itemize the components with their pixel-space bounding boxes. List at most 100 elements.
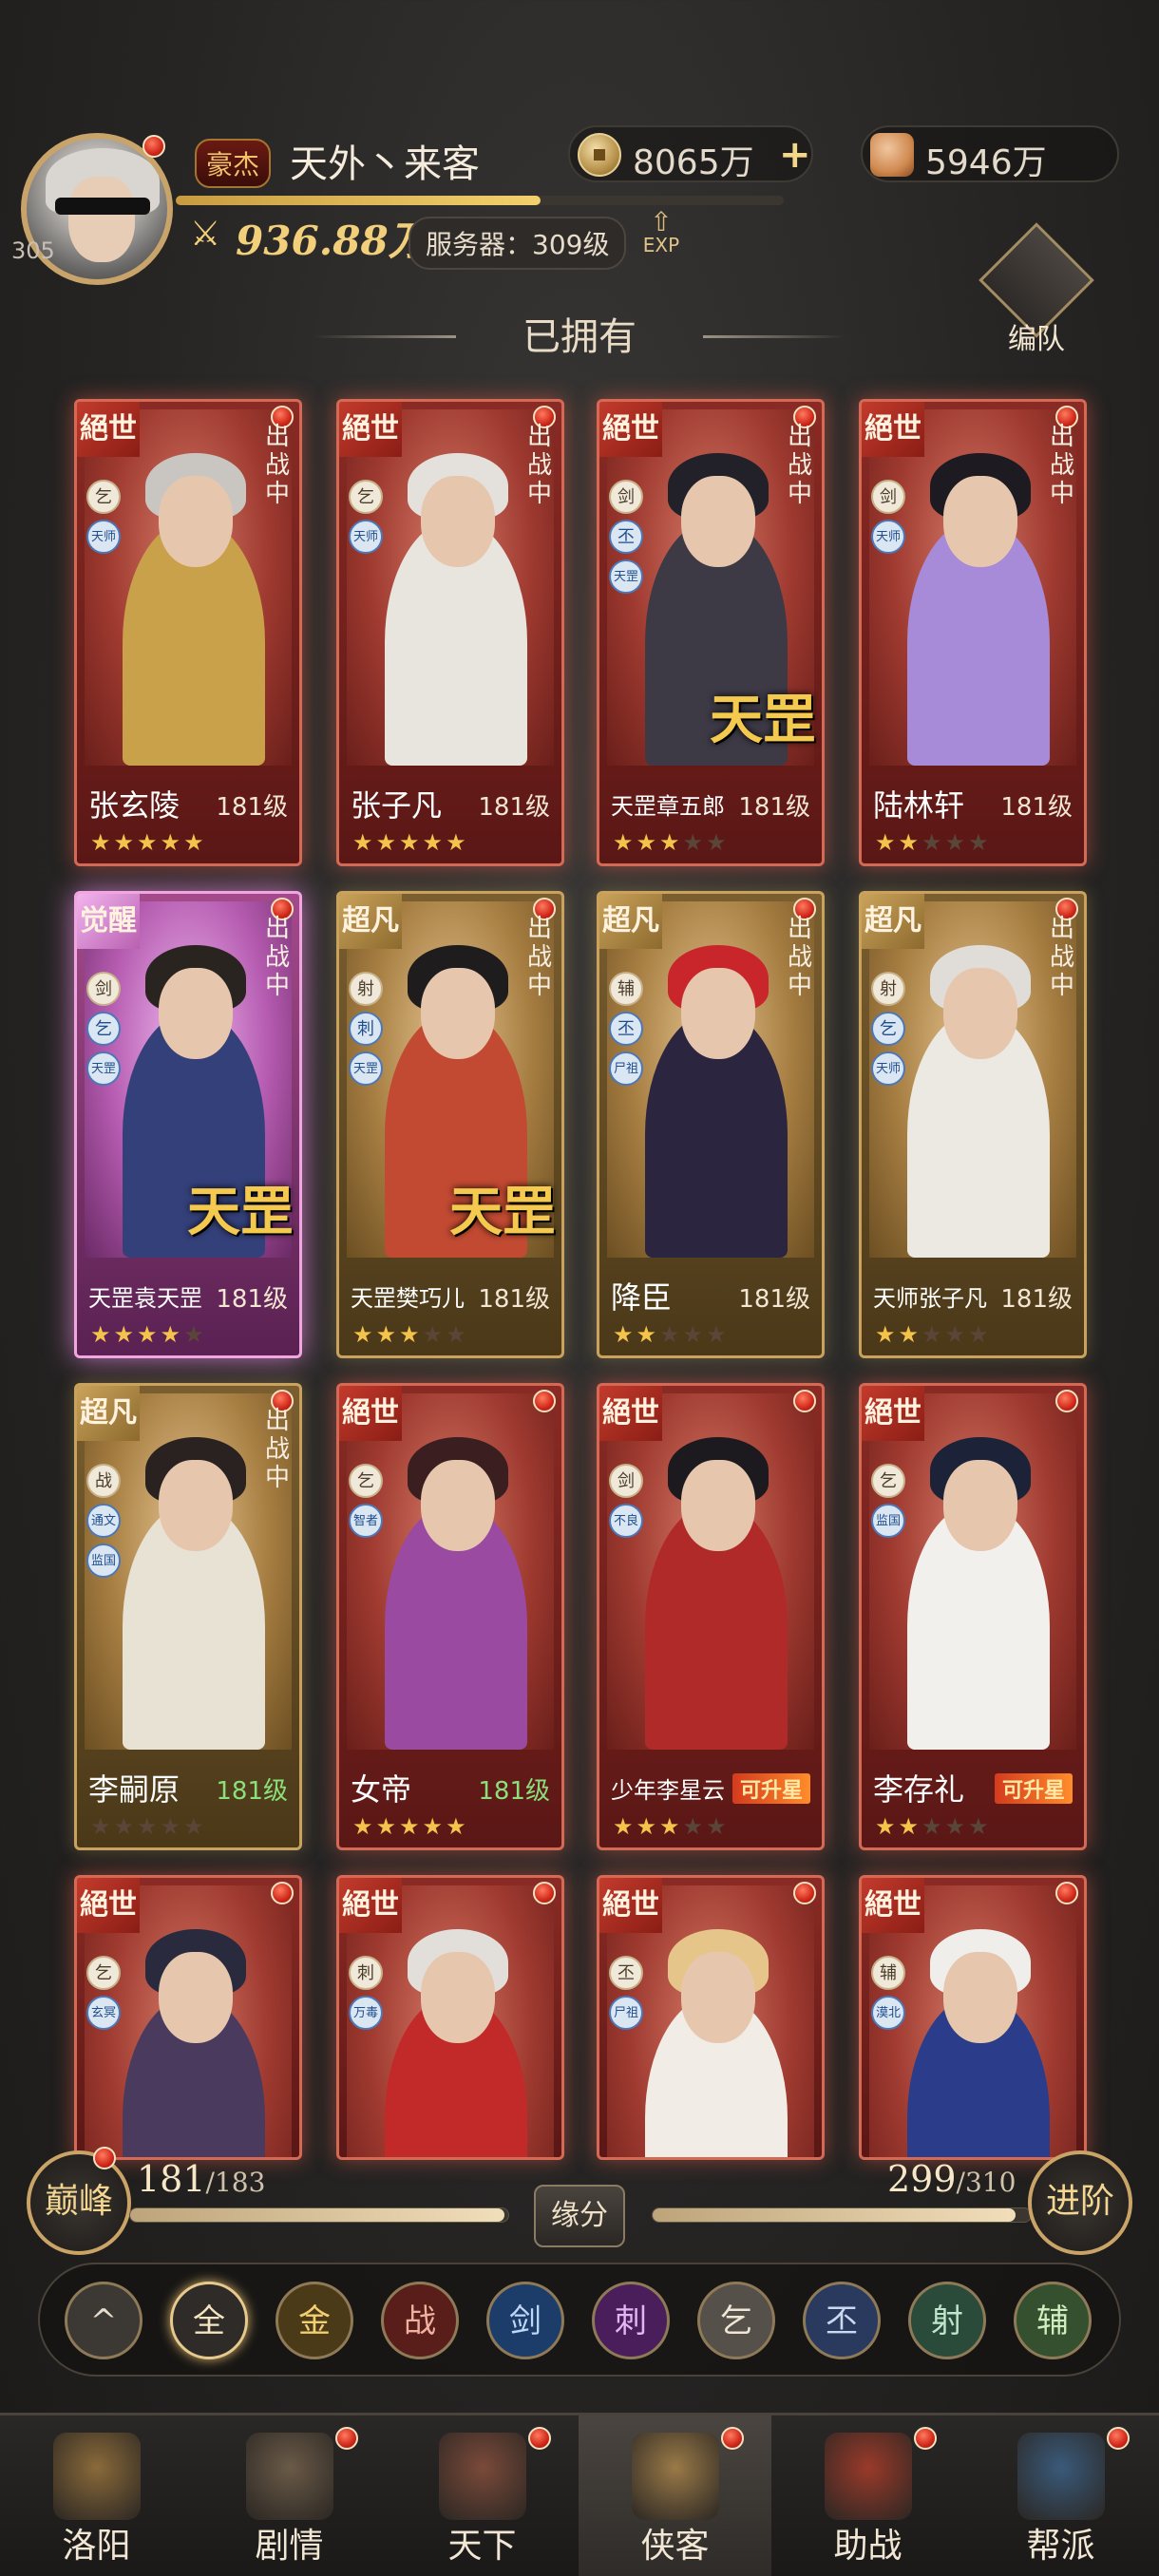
collection-progress-left: 181/183	[137, 2158, 265, 2200]
card-notification-dot	[1055, 1390, 1078, 1412]
star-icon: ★	[137, 1321, 158, 1348]
class-tag: 射	[871, 972, 905, 1006]
nav-item-5[interactable]: 帮派	[964, 2415, 1157, 2576]
collapse-filter-button[interactable]: ^	[65, 2282, 142, 2359]
hero-card[interactable]: 絕世丕尸祖	[597, 1875, 825, 2160]
hero-namebar: 张玄陵 181级	[85, 782, 292, 824]
rarity-badge: 超凡	[862, 894, 924, 949]
progress-area: 巅峰 181/183 缘分 299/310 进阶	[0, 2137, 1159, 2261]
right-max: /310	[956, 2167, 1016, 2198]
star-rating: ★ ★ ★ ★ ★	[90, 1321, 207, 1350]
fate-button[interactable]: 缘分	[534, 2185, 625, 2247]
filter-刺[interactable]: 刺	[592, 2282, 670, 2359]
hero-card[interactable]: 絕世辅漠北	[859, 1875, 1087, 2160]
book-icon	[870, 133, 914, 177]
class-tag: 战	[86, 1464, 121, 1498]
in-battle-label: 出战中	[787, 915, 812, 1000]
hero-card[interactable]: 絕世乞智者 女帝 181级 ★ ★ ★ ★ ★	[336, 1383, 564, 1850]
card-notification-dot	[533, 1882, 556, 1904]
tiangang-stamp: 天罡	[710, 689, 816, 751]
server-level: 服务器：309级	[408, 217, 627, 270]
hero-card[interactable]: 絕世 出战中剑天师 陆林轩 181级 ★ ★ ★ ★ ★	[859, 399, 1087, 866]
star-icon: ★	[352, 1813, 373, 1840]
hero-level: 181级	[738, 1285, 810, 1314]
hero-card[interactable]: 超凡 出战中射刺天罡 天罡 天罡樊巧儿 181级 ★ ★ ★ ★ ★	[336, 891, 564, 1358]
class-tag: 射	[349, 972, 383, 1006]
hero-card[interactable]: 絕世剑不良 少年李星云 可升星 ★ ★ ★ ★ ★	[597, 1383, 825, 1850]
hero-card[interactable]: 絕世 出战中乞天师 张玄陵 181级 ★ ★ ★ ★ ★	[74, 399, 302, 866]
star-icon: ★	[944, 829, 966, 856]
advance-button[interactable]: 进阶	[1028, 2150, 1132, 2255]
hero-name: 天罡章五郎	[611, 793, 725, 820]
hero-card[interactable]: 絕世乞监国 李存礼 可升星 ★ ★ ★ ★ ★	[859, 1383, 1087, 1850]
class-tags: 辅丕尸祖	[609, 972, 645, 1091]
hero-face	[421, 476, 495, 567]
hero-card[interactable]: 超凡 出战中辅丕尸祖 降臣 181级 ★ ★ ★ ★ ★	[597, 891, 825, 1358]
exp-label: EXP	[642, 234, 680, 256]
filter-乞[interactable]: 乞	[697, 2282, 775, 2359]
nav-label: 天下	[447, 2527, 517, 2566]
rarity-badge: 絕世	[339, 1878, 402, 1933]
class-tag: 智者	[349, 1504, 383, 1538]
class-tag: 天罡	[609, 559, 643, 594]
star-icon: ★	[113, 1813, 135, 1840]
hero-level: 181级	[1000, 1285, 1073, 1314]
class-tags: 刺万毒	[349, 1956, 385, 2036]
nav-label: 帮派	[1026, 2527, 1095, 2566]
hero-face	[681, 968, 755, 1059]
star-icon: ★	[137, 1813, 158, 1840]
hero-card[interactable]: 超凡 出战中战通文 监国 李嗣原 181级 ★ ★ ★ ★ ★	[74, 1383, 302, 1850]
star-icon: ★	[922, 1813, 942, 1840]
nav-item-1[interactable]: 剧情	[193, 2415, 386, 2576]
hero-namebar: 天师张子凡 181级	[869, 1274, 1076, 1316]
star-icon: ★	[375, 1813, 397, 1840]
star-rating: ★ ★ ★ ★ ★	[352, 1813, 469, 1842]
star-icon: ★	[898, 829, 920, 856]
class-tags: 乞智者	[349, 1464, 385, 1544]
hero-card[interactable]: 絕世 出战中乞天师 张子凡 181级 ★ ★ ★ ★ ★	[336, 399, 564, 866]
add-coins-button[interactable]: +	[779, 133, 811, 177]
star-rating: ★ ★ ★ ★ ★	[875, 1813, 992, 1842]
hero-namebar: 天罡袁天罡 181级	[85, 1274, 292, 1316]
hero-name: 天罡袁天罡	[88, 1285, 202, 1312]
hero-card[interactable]: 觉醒 出战中剑乞天罡 天罡 天罡袁天罡 181级 ★ ★ ★ ★ ★	[74, 891, 302, 1358]
hero-card[interactable]: 絕世乞玄冥	[74, 1875, 302, 2160]
hero-namebar: 女帝 181级	[347, 1766, 554, 1808]
hero-card[interactable]: 絕世刺万毒	[336, 1875, 564, 2160]
avatar-notification-dot	[142, 135, 165, 158]
hat-icon	[632, 2433, 719, 2520]
class-tag: 刺	[349, 1956, 383, 1990]
class-tags: 战通文 监国	[86, 1464, 123, 1583]
card-notification-dot	[533, 1390, 556, 1412]
tiangang-stamp: 天罡	[187, 1181, 294, 1243]
star-icon: ★	[399, 829, 420, 856]
star-icon: ★	[183, 1321, 204, 1348]
exp-button[interactable]: ⇧ EXP	[633, 209, 690, 264]
nav-item-0[interactable]: 洛阳	[0, 2415, 193, 2576]
hero-level: 181级	[738, 793, 810, 822]
filter-金[interactable]: 金	[276, 2282, 353, 2359]
class-tag: 乞	[86, 1012, 121, 1046]
filter-剑[interactable]: 剑	[486, 2282, 564, 2359]
filter-全[interactable]: 全	[170, 2282, 248, 2359]
nav-item-4[interactable]: 助战	[771, 2415, 964, 2576]
hero-card[interactable]: 超凡 出战中射乞天师 天师张子凡 181级 ★ ★ ★ ★ ★	[859, 891, 1087, 1358]
filter-射[interactable]: 射	[908, 2282, 986, 2359]
star-icon: ★	[898, 1321, 920, 1348]
nav-item-2[interactable]: 天下	[386, 2415, 579, 2576]
filter-战[interactable]: 战	[381, 2282, 459, 2359]
rarity-badge: 絕世	[862, 1878, 924, 1933]
hero-card[interactable]: 絕世 出战中剑丕天罡 天罡 天罡章五郎 181级 ★ ★ ★ ★ ★	[597, 399, 825, 866]
star-icon: ★	[352, 829, 373, 856]
filter-丕[interactable]: 丕	[803, 2282, 881, 2359]
nav-item-3[interactable]: 侠客	[579, 2415, 771, 2576]
hero-face	[159, 968, 233, 1059]
star-icon: ★	[446, 829, 466, 856]
star-icon: ★	[968, 1813, 989, 1840]
nav-label: 剧情	[255, 2527, 324, 2566]
peak-button[interactable]: 巅峰	[27, 2150, 131, 2255]
filter-辅[interactable]: 辅	[1014, 2282, 1092, 2359]
hero-namebar: 陆林轩 181级	[869, 782, 1076, 824]
rarity-badge: 絕世	[339, 402, 402, 457]
class-tag: 丕	[609, 1012, 643, 1046]
